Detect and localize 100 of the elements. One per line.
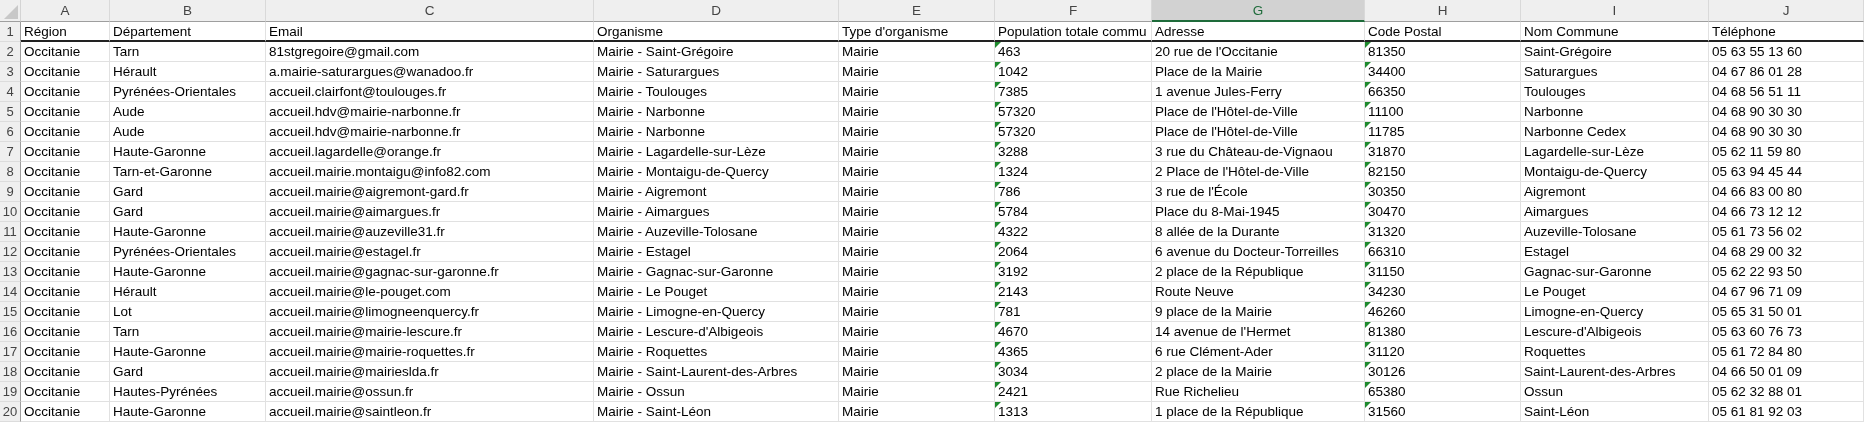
table-cell: 31120 <box>1365 342 1521 362</box>
row-number[interactable]: 18 <box>0 362 21 382</box>
table-cell: 3192 <box>995 262 1152 282</box>
row-number[interactable]: 14 <box>0 282 21 302</box>
table-cell: 6 avenue du Docteur-Torreilles <box>1152 242 1365 262</box>
row-number[interactable]: 3 <box>0 62 21 82</box>
table-cell: Mairie <box>839 82 995 102</box>
table-cell: Mairie - Lagardelle-sur-Lèze <box>594 142 839 162</box>
table-cell: Haute-Garonne <box>110 262 266 282</box>
table-cell: Mairie <box>839 222 995 242</box>
error-indicator-icon[interactable] <box>995 202 1001 208</box>
table-cell: Narbonne <box>1521 102 1709 122</box>
row-number[interactable]: 12 <box>0 242 21 262</box>
table-cell: 11100 <box>1365 102 1521 122</box>
row-number[interactable]: 2 <box>0 42 21 62</box>
table-cell: Tarn-et-Garonne <box>110 162 266 182</box>
table-cell: 81stgregoire@gmail.com <box>266 42 594 62</box>
table-cell: Mairie - Roquettes <box>594 342 839 362</box>
row-number[interactable]: 17 <box>0 342 21 362</box>
row-number[interactable]: 10 <box>0 202 21 222</box>
table-cell: 81350 <box>1365 42 1521 62</box>
table-cell: Saint-Laurent-des-Arbres <box>1521 362 1709 382</box>
table-cell: 34400 <box>1365 62 1521 82</box>
column-header[interactable]: E <box>839 0 995 22</box>
table-cell: Lescure-d'Albigeois <box>1521 322 1709 342</box>
column-header[interactable]: F <box>995 0 1152 22</box>
error-indicator-icon[interactable] <box>995 122 1001 128</box>
table-cell: Hérault <box>110 282 266 302</box>
table-cell: 05 61 81 92 03 <box>1709 402 1864 422</box>
table-cell: Mairie <box>839 302 995 322</box>
row-number[interactable]: 11 <box>0 222 21 242</box>
column-header[interactable]: B <box>110 0 266 22</box>
table-cell: accueil.mairie@mairieslda.fr <box>266 362 594 382</box>
column-header[interactable]: C <box>266 0 594 22</box>
table-cell: accueil.mairie@mairie-roquettes.fr <box>266 342 594 362</box>
table-cell: 2 Place de l'Hôtel-de-Ville <box>1152 162 1365 182</box>
table-cell: 05 63 60 76 73 <box>1709 322 1864 342</box>
table-cell: Haute-Garonne <box>110 342 266 362</box>
table-cell: Occitanie <box>21 362 110 382</box>
table-cell: Mairie <box>839 402 995 422</box>
table-cell: Saturargues <box>1521 62 1709 82</box>
table-cell: 1 avenue Jules-Ferry <box>1152 82 1365 102</box>
table-cell: Mairie <box>839 42 995 62</box>
table-cell: Place de l'Hôtel-de-Ville <box>1152 122 1365 142</box>
table-cell: 57320 <box>995 122 1152 142</box>
table-cell: 2 place de la République <box>1152 262 1365 282</box>
table-cell: Mairie - Auzeville-Tolosane <box>594 222 839 242</box>
table-cell: 3 rue de l'École <box>1152 182 1365 202</box>
table-cell: Mairie - Saturargues <box>594 62 839 82</box>
column-header[interactable]: J <box>1709 0 1864 22</box>
table-cell: Mairie - Narbonne <box>594 102 839 122</box>
table-cell: 04 67 96 71 09 <box>1709 282 1864 302</box>
table-cell: Mairie <box>839 62 995 82</box>
table-cell: Haute-Garonne <box>110 142 266 162</box>
row-number[interactable]: 15 <box>0 302 21 322</box>
table-cell: Pyrénées-Orientales <box>110 242 266 262</box>
table-cell: Gagnac-sur-Garonne <box>1521 262 1709 282</box>
table-cell: Lot <box>110 302 266 322</box>
table-cell: Occitanie <box>21 62 110 82</box>
table-cell: Lagardelle-sur-Lèze <box>1521 142 1709 162</box>
table-cell: Mairie - Toulouges <box>594 82 839 102</box>
row-number[interactable]: 16 <box>0 322 21 342</box>
table-cell: 2064 <box>995 242 1152 262</box>
table-cell: Occitanie <box>21 282 110 302</box>
row-number[interactable]: 13 <box>0 262 21 282</box>
table-cell: 1 place de la République <box>1152 402 1365 422</box>
column-header[interactable]: D <box>594 0 839 22</box>
column-header[interactable]: G <box>1152 0 1365 22</box>
row-number[interactable]: 6 <box>0 122 21 142</box>
row-number[interactable]: 5 <box>0 102 21 122</box>
table-cell: Mairie - Saint-Laurent-des-Arbres <box>594 362 839 382</box>
table-cell: 04 68 56 51 11 <box>1709 82 1864 102</box>
row-number[interactable]: 4 <box>0 82 21 102</box>
error-indicator-icon[interactable] <box>995 82 1001 88</box>
column-header[interactable]: I <box>1521 0 1709 22</box>
table-cell: Mairie - Limogne-en-Quercy <box>594 302 839 322</box>
table-cell: Occitanie <box>21 142 110 162</box>
column-header[interactable]: A <box>21 0 110 22</box>
table-cell: 4670 <box>995 322 1152 342</box>
table-cell: Mairie <box>839 202 995 222</box>
table-cell: 82150 <box>1365 162 1521 182</box>
error-indicator-icon[interactable] <box>995 302 1001 308</box>
table-cell: Email <box>266 22 594 42</box>
error-indicator-icon[interactable] <box>995 102 1001 108</box>
row-number[interactable]: 9 <box>0 182 21 202</box>
table-cell: Mairie <box>839 382 995 402</box>
table-cell: 30350 <box>1365 182 1521 202</box>
row-number[interactable]: 19 <box>0 382 21 402</box>
error-indicator-icon[interactable] <box>995 182 1001 188</box>
row-number[interactable]: 8 <box>0 162 21 182</box>
row-number[interactable]: 1 <box>0 22 21 42</box>
table-cell: 9 place de la Mairie <box>1152 302 1365 322</box>
table-cell: Saint-Grégoire <box>1521 42 1709 62</box>
row-number[interactable]: 20 <box>0 402 21 422</box>
table-cell: 2421 <box>995 382 1152 402</box>
table-cell: 4322 <box>995 222 1152 242</box>
table-cell: 1042 <box>995 62 1152 82</box>
column-header[interactable]: H <box>1365 0 1521 22</box>
row-number[interactable]: 7 <box>0 142 21 162</box>
table-cell: Occitanie <box>21 262 110 282</box>
